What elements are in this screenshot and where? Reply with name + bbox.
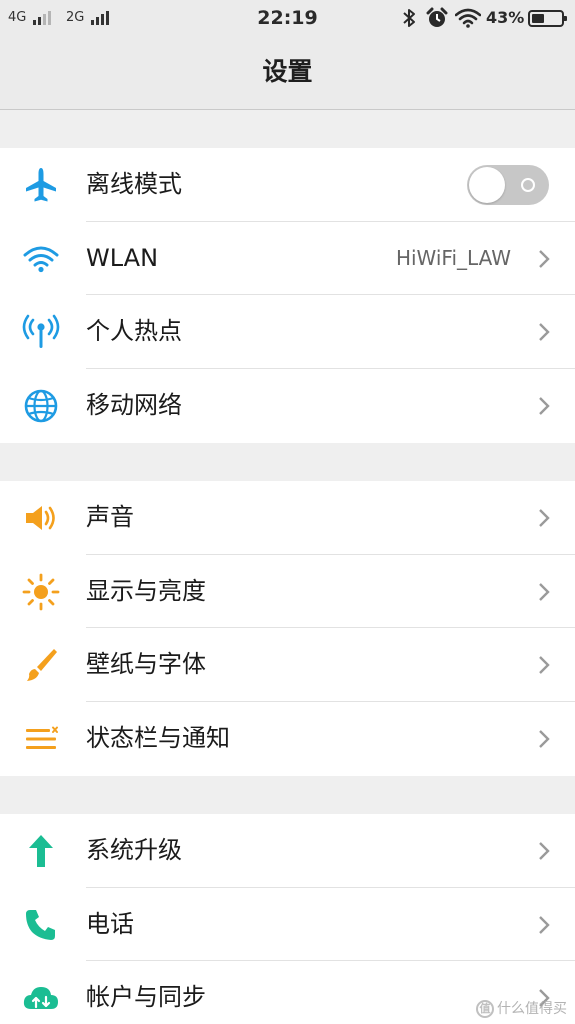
settings-row-sound[interactable]: 声音 (0, 481, 575, 555)
settings-label: 个人热点 (86, 317, 182, 346)
settings-row-system-update[interactable]: 系统升级 (0, 814, 575, 888)
settings-row-hotspot[interactable]: 个人热点 (0, 295, 575, 370)
hotspot-icon (22, 315, 60, 349)
settings-label: 离线模式 (86, 170, 182, 198)
status-bar: 4G 2G 22:19 43% (0, 0, 575, 36)
chevron-right-icon (539, 582, 550, 601)
settings-group-network: 离线模式 WLAN HiWiFi_LAW 个人热点 移动网络 (0, 148, 575, 443)
chevron-right-icon (539, 842, 550, 860)
settings-row-display[interactable]: 显示与亮度 (0, 555, 575, 629)
toggle-knob (469, 167, 505, 203)
globe-icon (24, 389, 58, 423)
settings-label: 显示与亮度 (86, 576, 206, 605)
chevron-right-icon (539, 323, 550, 342)
watermark-logo-icon: 值 (476, 1000, 494, 1018)
settings-label: 声音 (86, 503, 134, 531)
title-bar: 设置 (0, 36, 575, 110)
chevron-right-icon (539, 730, 550, 748)
chevron-right-icon (539, 656, 550, 675)
wlan-network-name: HiWiFi_LAW (395, 245, 511, 270)
settings-group-personalization: 声音 显示与亮度 壁纸与字体 状态栏与通知 (0, 481, 575, 776)
page-title: 设置 (262, 57, 313, 86)
airplane-icon (26, 168, 56, 202)
chevron-right-icon (539, 397, 550, 415)
sun-icon (22, 573, 60, 611)
arrow-up-icon (29, 835, 53, 867)
wifi-icon (455, 8, 481, 28)
settings-row-wlan[interactable]: WLAN HiWiFi_LAW (0, 222, 575, 296)
battery-percent: 43% (486, 8, 525, 27)
chevron-right-icon (539, 249, 550, 268)
chevron-right-icon (539, 509, 550, 527)
battery-icon (528, 10, 567, 27)
cloud-sync-icon (23, 987, 58, 1010)
watermark: 值什么值得买 (476, 998, 567, 1018)
notification-menu-icon (26, 726, 58, 750)
alarm-icon (426, 7, 448, 27)
settings-row-wallpaper-font[interactable]: 壁纸与字体 (0, 628, 575, 703)
wifi-icon (23, 246, 59, 272)
settings-row-phone[interactable]: 电话 (0, 888, 575, 962)
chevron-right-icon (539, 915, 550, 934)
brush-icon (27, 649, 57, 682)
settings-row-mobile-network[interactable]: 移动网络 (0, 369, 575, 443)
watermark-text: 什么值得买 (497, 1001, 567, 1017)
settings-group-system: 系统升级 电话 帐户与同步 (0, 814, 575, 1024)
settings-label: 系统升级 (86, 836, 182, 864)
airplane-mode-toggle[interactable] (467, 165, 549, 205)
settings-row-statusbar-notifications[interactable]: 状态栏与通知 (0, 702, 575, 776)
settings-label: 电话 (86, 909, 134, 938)
phone-icon (26, 909, 55, 940)
settings-label: 帐户与同步 (86, 983, 206, 1012)
settings-row-airplane-mode[interactable]: 离线模式 (0, 148, 575, 222)
settings-label: 壁纸与字体 (86, 650, 206, 679)
battery-level (532, 14, 544, 23)
speaker-icon (26, 506, 55, 530)
settings-label: WLAN (86, 243, 159, 272)
settings-label: 状态栏与通知 (86, 724, 230, 753)
toggle-off-indicator (521, 178, 535, 192)
settings-label: 移动网络 (86, 391, 182, 420)
bluetooth-icon (403, 9, 415, 27)
